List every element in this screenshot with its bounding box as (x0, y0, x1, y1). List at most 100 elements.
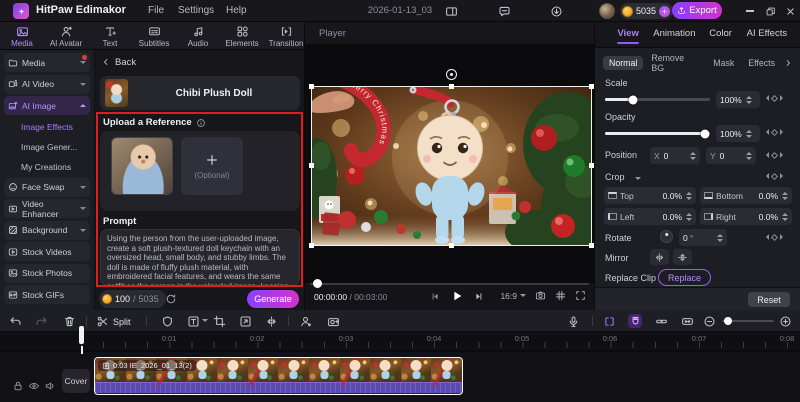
tab-audio[interactable]: Audio (176, 22, 220, 49)
selection-handle[interactable] (449, 243, 454, 248)
next-frame-icon[interactable] (473, 291, 484, 302)
scale-value-field[interactable]: 100% (716, 91, 760, 108)
fit-timeline-icon[interactable] (680, 314, 694, 328)
mode-mask[interactable]: Mask (707, 56, 740, 70)
avatar-record-icon[interactable] (298, 314, 312, 328)
seek-bar[interactable] (310, 279, 589, 288)
stepper-icon[interactable] (746, 152, 752, 160)
sidebar-item-ai-image[interactable]: AI Image (4, 96, 90, 115)
fullscreen-icon[interactable] (575, 290, 586, 301)
crop-bottom-field[interactable]: Bottom 0.0% (700, 187, 792, 204)
stepper-icon[interactable] (782, 192, 788, 200)
crop-right-field[interactable]: Right 0.0% (700, 208, 792, 225)
stepper-icon[interactable] (686, 192, 692, 200)
track-visibility-icon[interactable] (28, 380, 40, 392)
opacity-value-field[interactable]: 100% (716, 125, 760, 142)
snapshot-icon[interactable] (535, 290, 546, 301)
scale-slider[interactable] (605, 95, 710, 104)
seek-knob[interactable] (313, 279, 322, 288)
tab-color[interactable]: Color (698, 28, 744, 39)
user-avatar[interactable] (599, 3, 615, 19)
tab-ai-effects[interactable]: AI Effects (744, 28, 790, 39)
upload-optional-tile[interactable]: (Optional) (181, 137, 243, 195)
redo-icon[interactable] (34, 314, 48, 328)
crop-top-field[interactable]: Top 0.0% (604, 187, 696, 204)
tab-elements[interactable]: Elements (220, 22, 264, 49)
sidebar-item-my-creations[interactable]: My Creations (4, 158, 90, 176)
download-icon[interactable] (548, 3, 564, 19)
opacity-slider[interactable] (605, 129, 710, 138)
rotate-handle-icon[interactable] (446, 69, 457, 80)
position-y-field[interactable]: Y0 (706, 147, 756, 164)
mirror-vertical-button[interactable] (673, 249, 692, 265)
playhead-line[interactable] (81, 346, 83, 354)
modes-overflow-chevron-icon[interactable] (783, 58, 793, 68)
split-icon[interactable] (95, 314, 109, 328)
cover-button[interactable]: Cover (62, 369, 90, 393)
stepper-icon[interactable] (746, 130, 752, 138)
text-tool-icon[interactable] (186, 314, 200, 328)
tab-animation[interactable]: Animation (651, 28, 697, 39)
zoom-out-icon[interactable] (702, 314, 716, 328)
stepper-icon[interactable] (686, 213, 692, 221)
screenshot-icon[interactable] (326, 314, 340, 328)
rotate-value-field[interactable]: 0 ° (679, 229, 727, 246)
refresh-icon[interactable] (165, 293, 177, 305)
selection-handle[interactable] (589, 84, 594, 89)
generate-button[interactable]: Generate (247, 290, 299, 308)
replace-button[interactable]: Replace (658, 269, 712, 286)
link-icon[interactable] (654, 314, 668, 328)
sidebar-item-stock-gifs[interactable]: Stock GIFs (4, 285, 90, 304)
rotate-keyframe-controls[interactable] (766, 233, 783, 241)
magnet-icon[interactable] (628, 314, 642, 328)
sidebar-item-media[interactable]: Media (4, 53, 90, 72)
minimize-button[interactable] (742, 3, 758, 19)
coin-balance-pill[interactable]: 5035 (620, 3, 674, 19)
stepper-icon[interactable] (717, 234, 723, 242)
mirror-horizontal-button[interactable] (650, 249, 669, 265)
reset-button[interactable]: Reset (748, 292, 790, 307)
crop-keyframe-controls[interactable] (766, 172, 783, 180)
export-button[interactable]: Export (672, 2, 722, 19)
info-icon[interactable] (196, 118, 206, 128)
tab-text[interactable]: Text (88, 22, 132, 49)
player-canvas[interactable]: Merry Christmas (305, 45, 594, 283)
uploaded-reference-image[interactable] (111, 137, 173, 195)
mode-effects[interactable]: Effects (742, 56, 781, 70)
rotate-dial[interactable] (660, 230, 673, 243)
selection-handle[interactable] (449, 84, 454, 89)
timeline-zoom-slider[interactable] (722, 317, 774, 325)
selection-handle[interactable] (309, 163, 314, 168)
tab-ai-avatar[interactable]: AI Avatar (44, 22, 88, 49)
sidebar-item-video-enhancer[interactable]: Video Enhancer (4, 199, 90, 219)
back-button[interactable]: Back (101, 54, 136, 70)
split-label[interactable]: Split (113, 317, 131, 327)
aspect-ratio-select[interactable]: 16:9 (500, 291, 526, 301)
grid-icon[interactable] (555, 290, 566, 301)
mirror-tool-icon[interactable] (264, 314, 278, 328)
selection-handle[interactable] (309, 84, 314, 89)
selection-handle[interactable] (589, 243, 594, 248)
selection-box[interactable] (311, 86, 592, 246)
track-mute-icon[interactable] (44, 380, 56, 392)
sidebar-item-image-effects[interactable]: Image Effects (4, 118, 90, 136)
zoom-in-icon[interactable] (778, 314, 792, 328)
tab-view[interactable]: View (605, 28, 651, 44)
voiceover-mic-icon[interactable] (566, 314, 580, 328)
tab-subtitles[interactable]: Subtitles (132, 22, 176, 49)
close-button[interactable] (782, 3, 798, 19)
crop-left-field[interactable]: Left 0.0% (604, 208, 696, 225)
crop-tool-icon[interactable] (212, 314, 226, 328)
sidebar-item-ai-video[interactable]: AI Video (4, 74, 90, 94)
sidebar-item-face-swap[interactable]: Face Swap (4, 177, 90, 197)
timeline-clip[interactable]: 0:03 IE_2026_01_13(2) (94, 357, 463, 395)
mode-normal[interactable]: Normal (603, 56, 644, 70)
sidebar-item-stock-videos[interactable]: Stock Videos (4, 242, 90, 261)
template-card[interactable]: Chibi Plush Doll (100, 76, 300, 110)
delete-icon[interactable] (62, 314, 76, 328)
selection-handle[interactable] (589, 163, 594, 168)
restore-button[interactable] (762, 3, 778, 19)
play-icon[interactable] (450, 289, 464, 303)
previous-frame-icon[interactable] (430, 291, 441, 302)
stepper-icon[interactable] (782, 213, 788, 221)
